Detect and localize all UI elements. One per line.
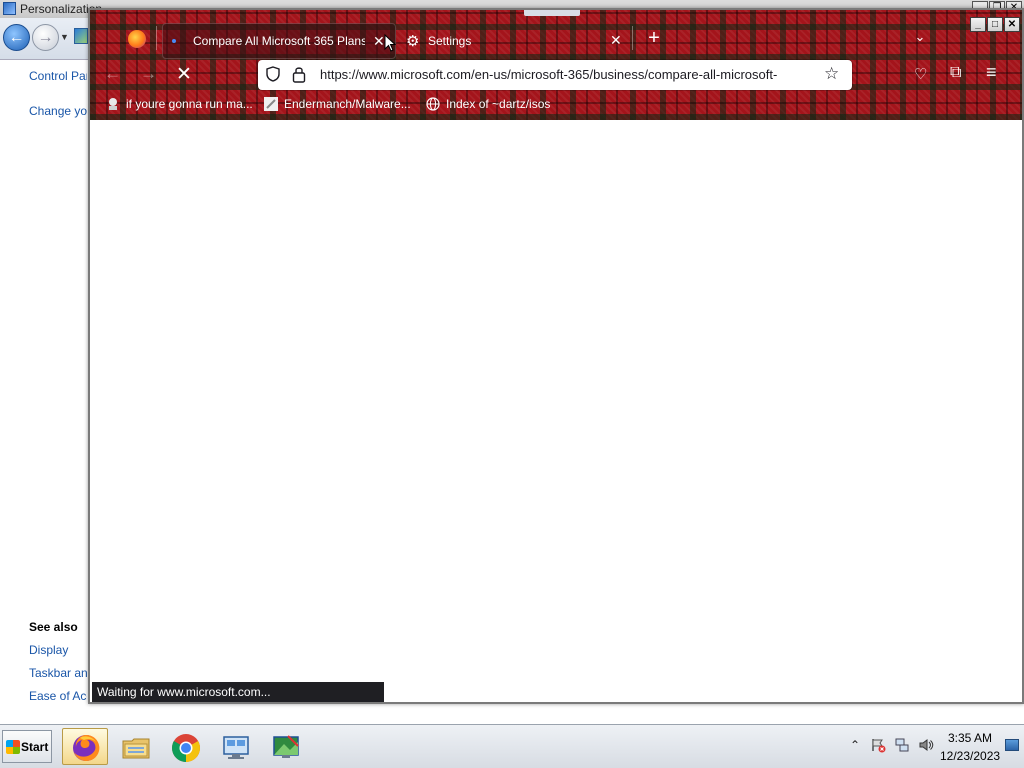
start-label: Start (21, 740, 49, 754)
taskbar-remote-desktop[interactable] (212, 728, 258, 765)
firefox-window: Compare All Microsoft 365 Plans ✕ ⚙ Sett… (88, 8, 1024, 704)
tab-compare-plans[interactable]: Compare All Microsoft 365 Plans ✕ (162, 23, 396, 59)
tab-separator (156, 26, 157, 50)
close-tab-icon[interactable]: ✕ (610, 32, 622, 49)
tab-settings[interactable]: ⚙ Settings ✕ (400, 23, 624, 59)
folder-icon (122, 738, 150, 759)
bookmark-favicon-icon (109, 98, 117, 110)
network-icon[interactable] (894, 737, 910, 753)
tab-label: Settings (428, 34, 472, 48)
taskbar-chrome[interactable] (162, 728, 208, 765)
lock-icon[interactable] (292, 65, 306, 83)
cp-link-display[interactable]: Display (29, 643, 87, 657)
personalization-icon (273, 735, 299, 758)
window-drag-handle[interactable] (524, 10, 580, 16)
minimize-button[interactable]: _ (970, 17, 986, 32)
taskbar-control-panel[interactable] (262, 728, 308, 765)
github-favicon-icon (264, 97, 278, 111)
hamburger-menu-icon[interactable]: ≡ (986, 62, 997, 83)
cp-link-taskbar[interactable]: Taskbar an (29, 666, 87, 680)
cp-link-home[interactable]: Control Par (29, 69, 87, 83)
clock-date[interactable]: 12/23/2023 (940, 749, 1000, 763)
close-tab-icon[interactable]: ✕ (373, 33, 385, 50)
cp-link-change[interactable]: Change yo (29, 104, 87, 118)
globe-icon (426, 97, 440, 111)
mouse-cursor-icon (384, 34, 396, 52)
taskbar-file-explorer[interactable] (112, 728, 158, 765)
action-center-flag-icon[interactable] (870, 737, 886, 753)
stop-loading-icon[interactable]: ✕ (176, 63, 192, 86)
show-hidden-icons-icon[interactable]: ⌃ (850, 738, 860, 752)
list-all-tabs-chevron-icon[interactable]: ⌄ (910, 29, 930, 49)
bookmark-label: Endermanch/Malware... (284, 97, 411, 111)
taskbar-firefox[interactable] (62, 728, 108, 765)
close-window-button[interactable]: ✕ (1004, 17, 1020, 32)
tab-label: Compare All Microsoft 365 Plans (193, 34, 365, 48)
cp-address-icon (74, 28, 88, 44)
taskbar: Start ⌃ 3:35 AM 12/23/2023 (0, 724, 1024, 768)
control-panel-icon (3, 2, 16, 15)
cp-see-also-heading: See also (29, 620, 78, 634)
cp-link-ease[interactable]: Ease of Acc (29, 689, 87, 703)
volume-speaker-icon[interactable] (918, 737, 934, 753)
bookmark-label: if youre gonna run ma... (126, 97, 253, 111)
bookmark-star-icon[interactable]: ☆ (824, 64, 839, 84)
back-arrow-icon[interactable]: ← (104, 64, 121, 84)
url-text[interactable]: https://www.microsoft.com/en-us/microsof… (320, 67, 816, 82)
gear-icon: ⚙ (406, 33, 420, 50)
firefox-icon (73, 734, 100, 761)
page-content-area[interactable] (90, 120, 1022, 702)
new-tab-button[interactable]: + (642, 27, 666, 51)
windows-logo-icon (6, 740, 20, 754)
cp-forward-button[interactable]: → (32, 24, 59, 51)
cp-back-button[interactable]: ← (3, 24, 30, 51)
bookmark-label: Index of ~dartz/isos (446, 97, 551, 111)
cp-history-dropdown-icon[interactable]: ▼ (60, 32, 69, 42)
tab-separator (632, 26, 633, 50)
pocket-icon[interactable]: ♡ (914, 65, 927, 83)
extensions-puzzle-icon[interactable]: ⧉ (950, 64, 961, 82)
loading-favicon-icon (172, 39, 176, 43)
maximize-button[interactable]: □ (987, 17, 1003, 32)
show-desktop-button[interactable] (1005, 739, 1019, 751)
chrome-icon (172, 734, 200, 762)
start-button[interactable]: Start (2, 730, 52, 763)
status-bar: Waiting for www.microsoft.com... (92, 682, 384, 702)
firefox-toolbar-area: Compare All Microsoft 365 Plans ✕ ⚙ Sett… (90, 10, 1022, 120)
tracking-protection-shield-icon[interactable] (266, 66, 280, 82)
firefox-view-icon[interactable] (128, 30, 146, 48)
clock-time[interactable]: 3:35 AM (940, 731, 1000, 745)
control-panel-navbar: ← → ▼ (0, 18, 92, 60)
network-computer-icon (223, 736, 249, 759)
forward-arrow-icon[interactable]: → (140, 64, 157, 84)
url-bar[interactable]: https://www.microsoft.com/en-us/microsof… (258, 60, 852, 90)
